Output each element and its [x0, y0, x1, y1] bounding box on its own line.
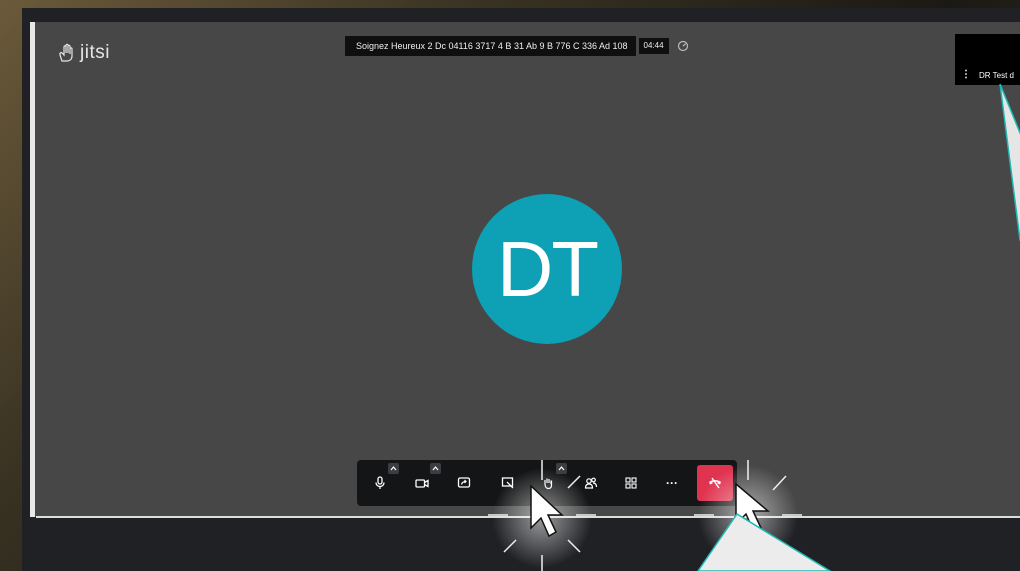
- participant-avatar: DT: [472, 194, 622, 344]
- raise-hand-button[interactable]: [536, 471, 560, 495]
- more-icon: ···: [666, 476, 678, 490]
- whiteboard-icon: [501, 477, 514, 489]
- share-screen-button[interactable]: [452, 471, 476, 495]
- avatar-initials: DT: [497, 224, 599, 313]
- jitsi-logo[interactable]: jitsi: [58, 42, 110, 64]
- grid-icon: [625, 477, 637, 489]
- logo-text: jitsi: [80, 42, 110, 63]
- phone-hangup-icon: [709, 477, 721, 489]
- microphone-button[interactable]: [368, 471, 392, 495]
- hand-icon: [544, 478, 553, 490]
- camera-options-caret[interactable]: [430, 463, 441, 474]
- jitsi-hand-icon: [59, 43, 73, 62]
- chevron-up-icon: [558, 466, 565, 471]
- participants-icon: [584, 477, 598, 489]
- participants-button[interactable]: [579, 471, 603, 495]
- hangup-button[interactable]: [697, 465, 733, 501]
- meeting-subject: Soignez Heureux 2 Dc 04116 3717 4 B 31 A…: [345, 36, 636, 56]
- chevron-up-icon: [390, 466, 397, 471]
- more-actions-button[interactable]: ···: [660, 471, 684, 495]
- microphone-options-caret[interactable]: [388, 463, 399, 474]
- connection-indicator-icon[interactable]: [677, 40, 689, 52]
- stage-border: [36, 516, 1020, 518]
- chevron-up-icon: [432, 466, 439, 471]
- meeting-timer: 04:44: [638, 38, 669, 54]
- meeting-toolbar: ···: [357, 460, 737, 506]
- reactions-options-caret[interactable]: [556, 463, 567, 474]
- camera-button[interactable]: [410, 471, 434, 495]
- microphone-icon: [375, 476, 385, 489]
- meeting-subject-bar: Soignez Heureux 2 Dc 04116 3717 4 B 31 A…: [345, 36, 689, 56]
- screen-share-icon: [457, 477, 471, 488]
- camera-icon: [415, 479, 429, 488]
- thumbnail-display-name: DR Test d: [979, 71, 1014, 80]
- whiteboard-button[interactable]: [496, 471, 520, 495]
- participant-thumbnail[interactable]: ⋮ DR Test d: [955, 34, 1020, 85]
- tile-view-button[interactable]: [619, 471, 643, 495]
- thumbnail-menu-icon[interactable]: ⋮: [961, 70, 971, 80]
